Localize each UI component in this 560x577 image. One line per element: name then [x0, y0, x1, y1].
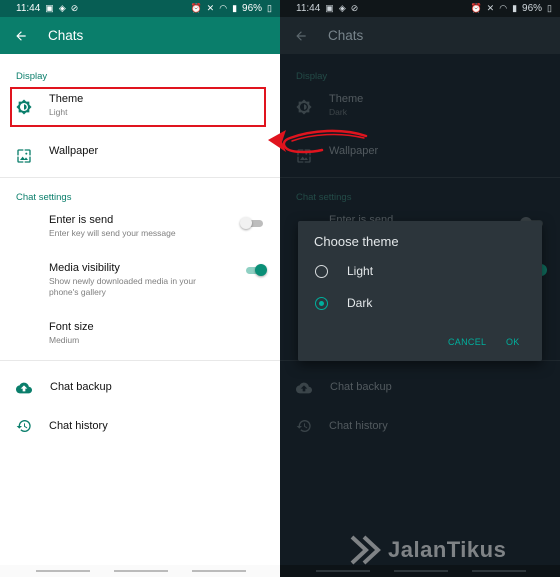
section-display-label: Display: [16, 71, 48, 82]
enter-is-send-toggle[interactable]: [240, 216, 264, 230]
theme-option-dark[interactable]: Dark: [314, 293, 514, 315]
app-bar: Chats: [0, 17, 280, 54]
notification-icon: ▣: [325, 3, 334, 13]
arrow-left-icon: [296, 30, 306, 41]
divider: [0, 177, 280, 178]
notification-icon: ◈: [338, 3, 346, 13]
jalantikus-logo-icon: [350, 535, 381, 565]
wallpaper-setting[interactable]: Wallpaper: [0, 141, 280, 171]
media-visibility-toggle[interactable]: [243, 263, 267, 277]
mute-icon: ✕: [206, 3, 215, 13]
status-time: 11:44: [296, 3, 321, 14]
status-time: 11:44: [16, 3, 41, 14]
chat-history-setting[interactable]: Chat history: [0, 413, 280, 443]
alarm-icon: ⏰: [470, 3, 482, 13]
watermark-text: JalanTikus: [388, 537, 507, 562]
battery-level: 96%: [242, 3, 263, 14]
font-size-label: Font size: [49, 321, 94, 333]
app-bar: Chats: [280, 17, 560, 54]
history-icon: [16, 420, 31, 432]
font-size-value: Medium: [49, 335, 80, 345]
media-visibility-description: Show newly downloaded media in your: [49, 276, 196, 286]
status-bar: 11:44 ▣ ◈ ⊘ ⏰ ✕ ◠ ▮ 96% ▯: [280, 0, 560, 17]
navigation-bar: [0, 565, 280, 577]
wallpaper-icon: [17, 149, 31, 163]
highlight-box: [10, 87, 266, 127]
navigation-bar: [280, 565, 560, 577]
annotation-arrow-icon: [268, 129, 368, 154]
chat-backup-setting[interactable]: Chat backup: [0, 374, 280, 404]
battery-icon: ▯: [547, 3, 552, 13]
nav-handle[interactable]: [472, 570, 526, 572]
option-label: Light: [347, 264, 374, 278]
status-bar: 11:44 ▣ ◈ ⊘ ⏰ ✕ ◠ ▮ 96% ▯: [0, 0, 280, 17]
alarm-icon: ⏰: [190, 3, 202, 13]
back-button[interactable]: [0, 29, 38, 43]
mute-icon: ✕: [486, 3, 495, 13]
chat-backup-label: Chat backup: [330, 381, 392, 393]
notification-icon: ⊘: [350, 3, 359, 13]
chat-backup-label: Chat backup: [50, 381, 112, 393]
back-button[interactable]: [280, 29, 318, 43]
page-title: Chats: [328, 28, 364, 43]
brightness-icon: [296, 99, 312, 115]
ok-button[interactable]: OK: [506, 337, 520, 347]
signal-icon: ▮: [232, 3, 238, 13]
dialog-title: Choose theme: [314, 234, 399, 249]
nav-handle[interactable]: [192, 570, 246, 572]
nav-handle[interactable]: [316, 570, 370, 572]
wifi-icon: ◠: [499, 3, 508, 13]
theme-label: Theme: [329, 93, 364, 105]
media-visibility-description: phone's gallery: [49, 287, 106, 297]
toggle-thumb: [240, 217, 252, 229]
radio-button[interactable]: [315, 297, 328, 310]
cancel-button[interactable]: CANCEL: [448, 337, 486, 347]
cloud-upload-icon: [16, 382, 32, 394]
theme-option-light[interactable]: Light: [314, 261, 514, 283]
font-size-setting[interactable]: Font size Medium: [0, 320, 280, 350]
nav-handle[interactable]: [394, 570, 448, 572]
section-chat-settings-label: Chat settings: [296, 192, 352, 203]
notification-icon: ◈: [58, 3, 66, 13]
nav-handle[interactable]: [114, 570, 168, 572]
section-display-label: Display: [296, 71, 328, 82]
signal-icon: ▮: [512, 3, 518, 13]
battery-icon: ▯: [267, 3, 272, 13]
wallpaper-label: Wallpaper: [49, 145, 99, 157]
light-theme-screen: 11:44 ▣ ◈ ⊘ ⏰ ✕ ◠ ▮ 96% ▯ Chats Display …: [0, 0, 280, 577]
nav-handle[interactable]: [36, 570, 90, 572]
theme-value: Dark: [329, 107, 347, 117]
divider: [0, 360, 280, 361]
section-chat-settings-label: Chat settings: [16, 192, 72, 203]
radio-button[interactable]: [315, 265, 328, 278]
wifi-icon: ◠: [219, 3, 228, 13]
media-visibility-setting[interactable]: Media visibility Show newly downloaded m…: [0, 261, 280, 301]
chat-history-label: Chat history: [329, 420, 388, 432]
toggle-thumb: [255, 264, 267, 276]
battery-level: 96%: [522, 3, 543, 14]
enter-is-send-label: Enter is send: [49, 214, 114, 226]
history-icon: [296, 420, 311, 432]
choose-theme-dialog: Choose theme Light Dark CANCEL OK: [298, 221, 542, 361]
arrow-left-icon: [16, 30, 26, 41]
chat-backup-setting[interactable]: Chat backup: [280, 374, 560, 404]
dark-theme-screen: 11:44 ▣ ◈ ⊘ ⏰ ✕ ◠ ▮ 96% ▯ Chats Display …: [280, 0, 560, 577]
page-title: Chats: [48, 28, 84, 43]
divider: [280, 177, 560, 178]
enter-is-send-setting[interactable]: Enter is send Enter key will send your m…: [0, 213, 280, 243]
enter-is-send-description: Enter key will send your message: [49, 228, 176, 238]
watermark: JalanTikus: [348, 535, 506, 565]
notification-icon: ▣: [45, 3, 54, 13]
media-visibility-label: Media visibility: [49, 262, 120, 274]
chat-history-setting[interactable]: Chat history: [280, 413, 560, 443]
chat-history-label: Chat history: [49, 420, 108, 432]
cloud-upload-icon: [296, 382, 312, 394]
option-label: Dark: [347, 296, 373, 310]
notification-icon: ⊘: [70, 3, 79, 13]
